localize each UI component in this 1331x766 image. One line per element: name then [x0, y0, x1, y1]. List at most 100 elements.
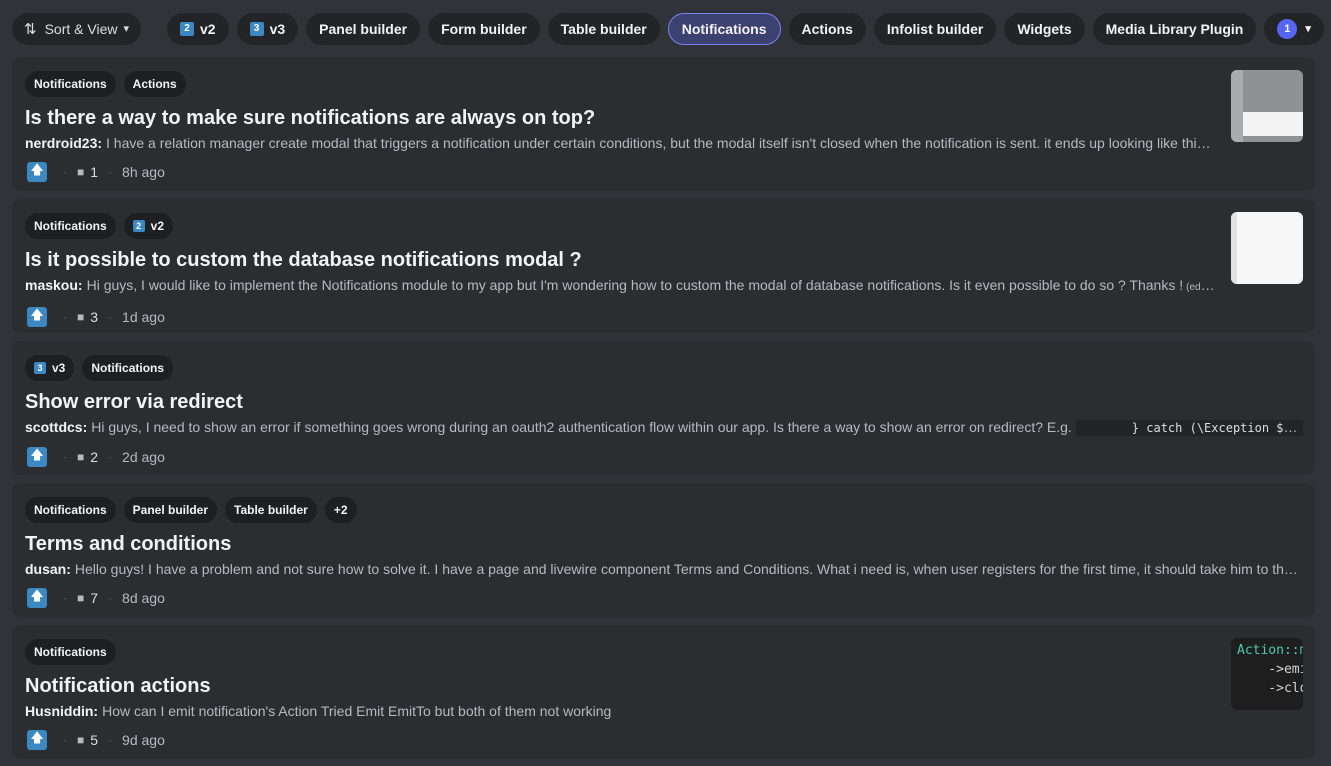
comment-count: 2 [90, 449, 99, 465]
sort-view-label: Sort & View [44, 20, 118, 37]
post-thumbnail[interactable]: Action::m ->emi ->clo [1231, 638, 1303, 710]
arrow-up-icon[interactable]: 🡅 [27, 730, 47, 750]
post-tag-v3: 3 v3 [25, 355, 75, 381]
number-3-icon: 3 [34, 362, 46, 374]
post-tags: Notifications Actions [25, 71, 1315, 97]
post-time: 1d ago [122, 309, 165, 325]
filter-tag-media-library-plugin[interactable]: Media Library Plugin [1092, 12, 1257, 45]
forum-post-card[interactable]: Notifications Notification actions Husni… [12, 625, 1315, 759]
post-tag: Actions [123, 71, 186, 97]
post-meta: 🡅 · ■ 1 · 8h ago [25, 162, 1315, 182]
filter-tag-panel-builder[interactable]: Panel builder [306, 12, 421, 45]
separator-dot: · [63, 310, 67, 324]
separator-dot: · [108, 733, 113, 747]
chevron-down-icon: ▾ [1305, 23, 1311, 35]
speech-bubble-icon: ■ [77, 733, 85, 747]
post-author: dusan: [25, 561, 71, 577]
filter-tag-infolist-builder[interactable]: Infolist builder [873, 12, 997, 45]
forum-post-card[interactable]: Notifications Actions Is there a way to … [12, 57, 1315, 191]
post-title: Is there a way to make sure notification… [25, 107, 596, 129]
sort-view-button[interactable]: ⇅ Sort & View ▾ [12, 12, 141, 45]
post-preview-text: Hi guys, I need to show an error if some… [91, 419, 1072, 435]
post-tags: Notifications Panel builder Table builde… [25, 497, 1315, 523]
arrow-up-icon[interactable]: 🡅 [27, 307, 47, 327]
post-time: 9d ago [122, 732, 165, 748]
post-tag: Notifications [25, 71, 116, 97]
post-tag-v2: 2 v2 [123, 213, 174, 239]
post-title: Is it possible to custom the database no… [25, 249, 582, 271]
filter-tag-table-builder[interactable]: Table builder [547, 12, 660, 45]
more-filters-dropdown[interactable]: 1 ▾ [1264, 12, 1324, 45]
post-preview-text: How can I emit notification's Action Tri… [102, 703, 612, 719]
filter-label: v3 [269, 20, 286, 37]
post-preview: nerdroid23: I have a relation manager cre… [25, 134, 1215, 152]
sort-arrows-icon: ⇅ [24, 20, 37, 38]
thumbnail-modal [1243, 112, 1303, 136]
filter-tag-actions[interactable]: Actions [788, 12, 866, 45]
post-tags: Notifications 2 v2 [25, 213, 1315, 239]
arrow-up-icon[interactable]: 🡅 [27, 588, 47, 608]
filter-tag-v2[interactable]: 2 v2 [167, 12, 229, 45]
post-meta: 🡅 · ■ 7 · 8d ago [25, 588, 1315, 608]
post-thumbnail[interactable] [1231, 70, 1303, 142]
filter-tag-v3[interactable]: 3 v3 [236, 12, 299, 45]
forum-post-card[interactable]: 3 v3 Notifications Show error via redire… [12, 341, 1315, 475]
post-preview-text: I have a relation manager create modal t… [106, 135, 1215, 151]
post-thumbnail[interactable] [1231, 212, 1303, 284]
post-tag: Notifications [82, 355, 174, 381]
comment-count: 7 [90, 590, 99, 606]
post-tag-more: +2 [324, 497, 357, 523]
post-tags: Notifications [25, 639, 1315, 665]
post-preview-text: Hi guys, I would like to implement the N… [86, 277, 1184, 293]
filter-toolbar: ⇅ Sort & View ▾ 2 v2 3 v3 Panel builder … [0, 0, 1331, 57]
chevron-down-icon: ▾ [123, 23, 129, 35]
post-tag-label: v3 [52, 361, 66, 375]
speech-bubble-icon: ■ [77, 591, 85, 605]
forum-post-card[interactable]: Notifications Panel builder Table builde… [12, 483, 1315, 617]
post-time: 8h ago [122, 164, 165, 180]
post-preview: maskou: Hi guys, I would like to implemen… [25, 276, 1215, 297]
number-2-icon: 2 [180, 21, 194, 36]
post-tag: Notifications [25, 639, 116, 665]
post-tag: Notifications [25, 497, 116, 523]
post-title: Notification actions [25, 675, 211, 697]
post-preview: Husniddin: How can I emit notification's … [25, 702, 1215, 720]
number-3-icon: 3 [249, 21, 264, 36]
post-tag: Notifications [25, 213, 116, 239]
post-title: Show error via redirect [25, 391, 243, 413]
thumbnail-sidebar [1231, 70, 1243, 142]
comment-count: 1 [90, 164, 99, 180]
post-meta: 🡅 · ■ 2 · 2d ago [25, 447, 1315, 467]
thumbnail-sidebar [1231, 212, 1237, 284]
arrow-up-icon[interactable]: 🡅 [27, 447, 47, 467]
separator-dot: · [108, 450, 113, 464]
speech-bubble-icon: ■ [77, 165, 85, 179]
filter-tag-notifications[interactable]: Notifications [667, 12, 781, 45]
post-time: 2d ago [122, 449, 165, 465]
post-tag: Table builder [225, 497, 317, 523]
post-time: 8d ago [122, 590, 165, 606]
comment-count: 5 [90, 732, 99, 748]
post-author: scottdcs: [25, 419, 88, 435]
post-preview-text: Hello guys! I have a problem and not sur… [74, 561, 1303, 577]
speech-bubble-icon: ■ [77, 450, 85, 464]
separator-dot: · [108, 165, 113, 179]
post-preview: dusan: Hello guys! I have a problem and n… [25, 560, 1303, 578]
code-line: ->clo [1237, 681, 1303, 696]
arrow-up-icon[interactable]: 🡅 [27, 162, 47, 182]
code-line: Action::m [1237, 643, 1303, 658]
separator-dot: · [63, 591, 67, 605]
filter-label: v2 [200, 20, 216, 37]
comment-count: 3 [90, 309, 99, 325]
filter-tag-widgets[interactable]: Widgets [1004, 12, 1085, 45]
post-author: maskou: [25, 277, 83, 293]
code-line: ->emi [1237, 662, 1303, 677]
post-author: Husniddin: [25, 703, 99, 719]
separator-dot: · [108, 591, 113, 605]
separator-dot: · [108, 310, 113, 324]
post-code-snippet: } catch (\Exception $e) { [1075, 420, 1303, 436]
filter-tag-form-builder[interactable]: Form builder [428, 12, 540, 45]
forum-post-card[interactable]: Notifications 2 v2 Is it possible to cus… [12, 199, 1315, 333]
post-meta: 🡅 · ■ 3 · 1d ago [25, 307, 1315, 327]
post-author: nerdroid23: [25, 135, 103, 151]
